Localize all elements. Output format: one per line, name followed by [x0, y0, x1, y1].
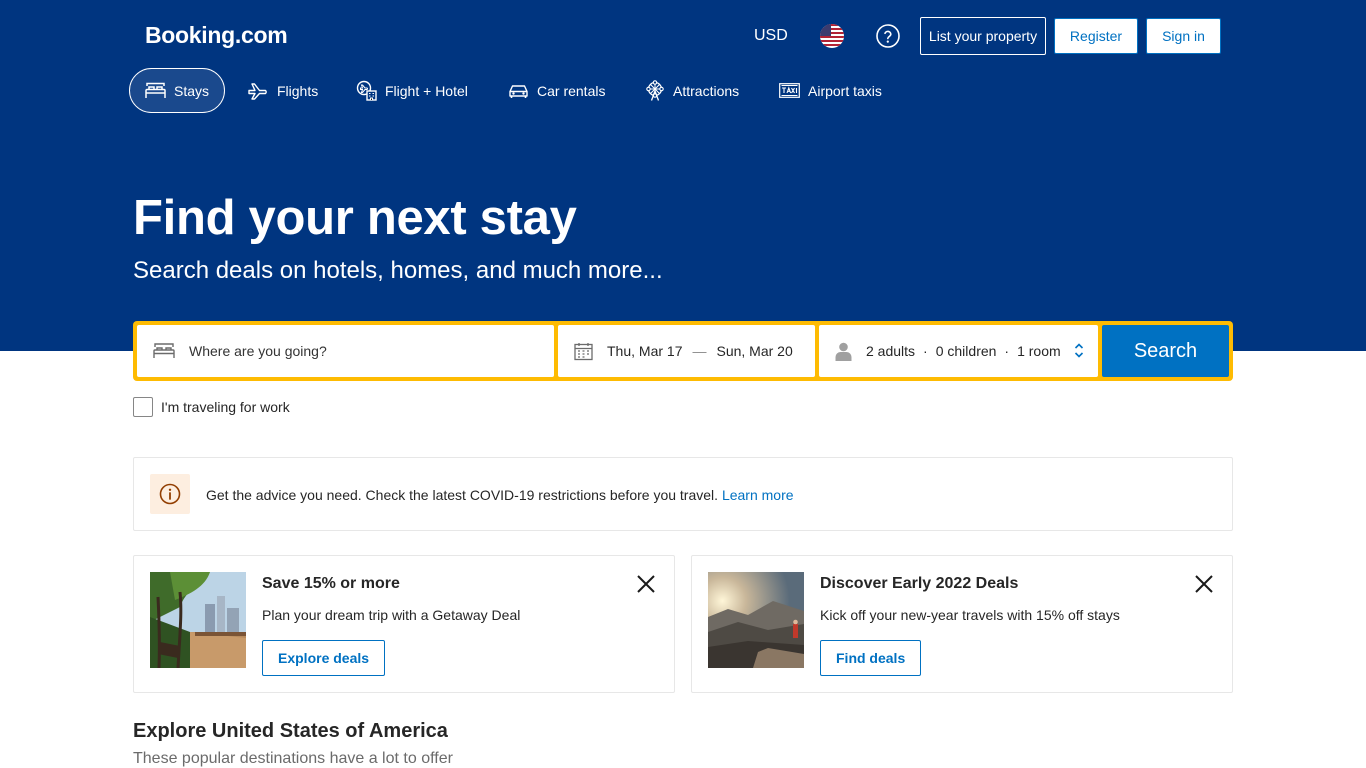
register-button[interactable]: Register	[1054, 18, 1138, 54]
nav-stays-label: Stays	[174, 82, 210, 99]
bed-icon	[153, 343, 175, 358]
rooms-count: 1 room	[1017, 343, 1061, 359]
help-icon[interactable]	[876, 24, 900, 48]
close-icon[interactable]	[636, 574, 656, 594]
destination-field[interactable]	[137, 325, 554, 377]
info-icon	[150, 474, 190, 514]
close-icon[interactable]	[1194, 574, 1214, 594]
checkout-date[interactable]: Sun, Mar 20	[716, 343, 792, 359]
explore-section-subtitle: These popular destinations have a lot to…	[133, 750, 453, 767]
nav-airport-taxis[interactable]: Airport taxis	[779, 68, 882, 113]
card-title: Save 15% or more	[262, 575, 400, 592]
guest-separator: ·	[1004, 343, 1010, 359]
nav-car-rentals-label: Car rentals	[537, 82, 606, 99]
nav-flights-label: Flights	[277, 82, 319, 99]
nav-flights[interactable]: Flights	[248, 68, 318, 113]
card-description: Kick off your new-year travels with 15% …	[820, 607, 1120, 623]
nav-attractions-label: Attractions	[673, 82, 740, 99]
covid-notice-text: Get the advice you need. Check the lates…	[206, 487, 794, 503]
sign-in-button[interactable]: Sign in	[1146, 18, 1221, 54]
nav-flight-hotel[interactable]: Flight + Hotel	[356, 68, 468, 113]
learn-more-link[interactable]: Learn more	[722, 487, 794, 503]
getaway-deal-card: Save 15% or more Plan your dream trip wi…	[133, 555, 675, 693]
destination-input[interactable]	[189, 343, 529, 359]
us-flag-icon[interactable]	[820, 24, 844, 48]
airplane-icon	[248, 82, 267, 100]
work-travel-label: I'm traveling for work	[161, 399, 290, 415]
currency-selector[interactable]: USD	[754, 27, 788, 45]
guests-field[interactable]: 2 adults · 0 children · 1 room	[819, 325, 1098, 377]
date-separator: —	[692, 343, 707, 359]
calendar-icon	[574, 342, 593, 360]
search-bar: Thu, Mar 17 — Sun, Mar 20 2 adults · 0 c…	[133, 321, 1233, 381]
work-travel-toggle[interactable]: I'm traveling for work	[133, 397, 290, 417]
nav-car-rentals[interactable]: Car rentals	[508, 68, 605, 113]
taxi-icon	[779, 83, 800, 98]
flight-hotel-icon	[356, 80, 377, 101]
mountain-sunrise-image	[708, 572, 804, 668]
card-description: Plan your dream trip with a Getaway Deal	[262, 607, 521, 623]
nav-flight-hotel-label: Flight + Hotel	[385, 82, 468, 99]
children-count: 0 children	[935, 343, 997, 359]
guest-separator: ·	[923, 343, 928, 359]
explore-deals-button[interactable]: Explore deals	[262, 640, 386, 676]
park-promenade-image	[150, 572, 246, 668]
chevron-up-down-icon	[1074, 343, 1084, 358]
early-2022-deals-card: Discover Early 2022 Deals Kick off your …	[691, 555, 1233, 693]
nav-attractions[interactable]: Attractions	[645, 68, 739, 113]
explore-section-title: Explore United States of America	[133, 720, 448, 742]
checkin-date[interactable]: Thu, Mar 17	[607, 343, 682, 359]
list-property-button[interactable]: List your property	[920, 17, 1046, 55]
ferris-wheel-icon	[646, 80, 664, 101]
covid-message: Get the advice you need. Check the lates…	[206, 487, 719, 503]
adults-count: 2 adults	[866, 343, 916, 359]
search-button[interactable]: Search	[1102, 325, 1229, 377]
nav-airport-taxis-label: Airport taxis	[808, 82, 882, 99]
car-icon	[509, 84, 528, 98]
bed-icon	[145, 82, 166, 98]
hero-subtitle: Search deals on hotels, homes, and much …	[133, 257, 663, 284]
hero-title: Find your next stay	[133, 191, 577, 245]
card-title: Discover Early 2022 Deals	[820, 575, 1019, 592]
nav-stays[interactable]: Stays	[129, 68, 226, 113]
date-field[interactable]: Thu, Mar 17 — Sun, Mar 20	[558, 325, 815, 377]
covid-notice: Get the advice you need. Check the lates…	[133, 457, 1233, 531]
work-travel-checkbox[interactable]	[133, 397, 153, 417]
booking-logo[interactable]: Booking.com	[145, 22, 288, 49]
find-deals-button[interactable]: Find deals	[820, 640, 922, 676]
person-icon	[835, 342, 852, 361]
